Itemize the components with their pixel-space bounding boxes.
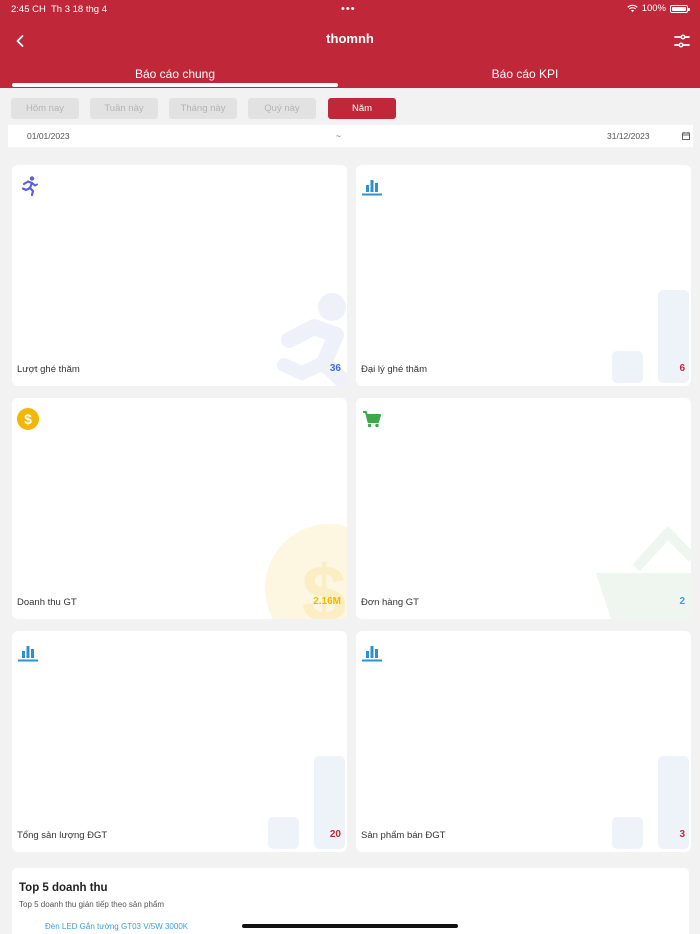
card-value: 20	[329, 829, 341, 840]
active-tab-indicator	[12, 83, 338, 87]
card-value: 2	[679, 596, 685, 607]
date-from[interactable]: 01/01/2023	[27, 131, 70, 141]
period-year-button[interactable]: Năm	[328, 98, 396, 119]
svg-text:$: $	[302, 549, 347, 619]
page-title: thomnh	[326, 31, 374, 46]
period-quarter-button[interactable]: Quý này	[248, 98, 316, 119]
basket-watermark-icon	[596, 525, 691, 619]
section-subtitle: Top 5 doanh thu gián tiếp theo sản phẩm	[19, 900, 164, 909]
card-label: Đại lý ghé thăm	[361, 364, 428, 375]
calendar-icon[interactable]	[682, 132, 690, 140]
date-to[interactable]: 31/12/2023	[607, 131, 650, 141]
date-range-picker[interactable]: 01/01/2023 ~ 31/12/2023	[8, 125, 693, 147]
svg-text:$: $	[24, 411, 32, 427]
dollar-icon: $	[17, 408, 39, 430]
card-visits[interactable]: Lượt ghé thăm 36	[12, 165, 347, 386]
status-date: Th 3 18 thg 4	[51, 4, 107, 15]
card-agents-visited[interactable]: Đại lý ghé thăm 6	[356, 165, 691, 386]
app-header: 2:45 CH Th 3 18 thg 4 ••• 100% thomnh Bá…	[0, 0, 700, 88]
card-orders[interactable]: Đơn hàng GT 2	[356, 398, 691, 619]
period-month-button[interactable]: Tháng này	[169, 98, 237, 119]
filter-settings-icon[interactable]	[672, 32, 692, 50]
runner-icon	[21, 176, 38, 197]
status-time: 2:45 CH	[11, 4, 46, 15]
status-indicators: 100%	[626, 3, 690, 14]
card-label: Sản phẩm bán ĐGT	[361, 830, 446, 841]
wifi-icon	[626, 4, 638, 13]
card-total-volume[interactable]: Tổng sản lượng ĐGT 20	[12, 631, 347, 852]
top5-product-item[interactable]: Đèn LED Gắn tường GT03 V/5W 3000K	[45, 922, 188, 931]
date-separator: ~	[336, 131, 341, 141]
bar-watermark-short	[268, 817, 299, 849]
card-value: 6	[679, 363, 685, 374]
home-indicator[interactable]	[242, 924, 458, 928]
bar-chart-icon	[18, 646, 38, 662]
card-products-sold[interactable]: Sản phẩm bán ĐGT 3	[356, 631, 691, 852]
status-bar: 2:45 CH Th 3 18 thg 4 ••• 100%	[0, 0, 700, 18]
card-label: Lượt ghé thăm	[17, 364, 80, 375]
tab-general-report[interactable]: Báo cáo chung	[0, 67, 350, 81]
bar-watermark-short	[612, 817, 643, 849]
card-value: 36	[329, 363, 341, 374]
card-revenue[interactable]: $ $ Doanh thu GT 2.16M	[12, 398, 347, 619]
tab-kpi-report[interactable]: Báo cáo KPI	[350, 67, 700, 81]
card-label: Đơn hàng GT	[361, 597, 419, 608]
bar-watermark-short	[612, 351, 643, 383]
card-label: Tổng sản lượng ĐGT	[17, 830, 108, 841]
bar-chart-icon	[362, 180, 382, 196]
period-week-button[interactable]: Tuần này	[90, 98, 158, 119]
card-label: Doanh thu GT	[17, 597, 77, 608]
battery-icon	[670, 4, 690, 13]
battery-percent: 100%	[641, 3, 666, 14]
bar-chart-icon	[362, 646, 382, 662]
section-title: Top 5 doanh thu	[19, 882, 108, 894]
multitask-dots[interactable]: •••	[341, 3, 356, 15]
card-value: 2.16M	[313, 596, 341, 607]
period-today-button[interactable]: Hôm nay	[11, 98, 79, 119]
cart-icon	[363, 411, 381, 428]
card-value: 3	[679, 829, 685, 840]
